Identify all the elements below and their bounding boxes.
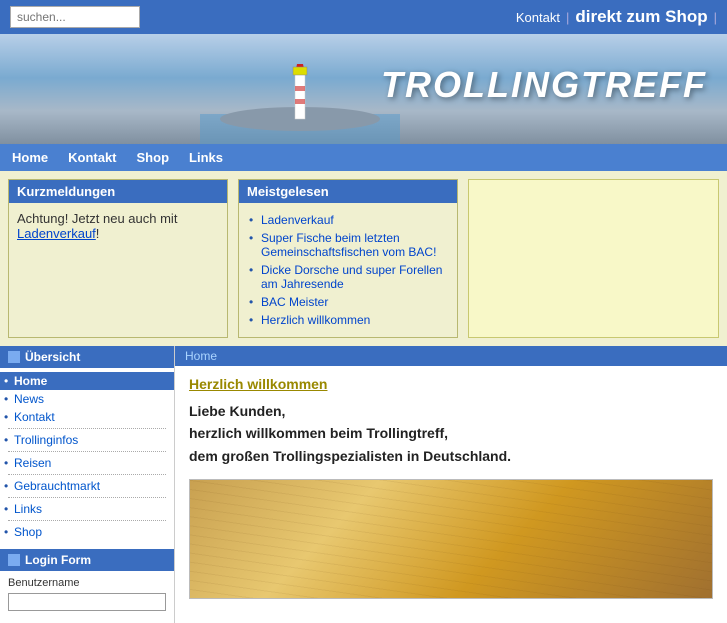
sidebar-link-shop[interactable]: Shop: [14, 525, 42, 539]
panel-meist-header: Meistgelesen: [239, 180, 457, 203]
login-section: Login Form Benutzername: [0, 549, 174, 613]
meist-link-4[interactable]: BAC Meister: [261, 295, 328, 309]
meist-link-3[interactable]: Dicke Dorsche und super Forellen am Jahr…: [261, 263, 442, 291]
content-area: Home Herzlich willkommen Liebe Kunden, h…: [175, 346, 727, 623]
uebersicht-label: Übersicht: [25, 350, 80, 364]
list-item: BAC Meister: [247, 293, 449, 311]
panels-row: Kurzmeldungen Achtung! Jetzt neu auch mi…: [0, 171, 727, 346]
meist-list: Ladenverkauf Super Fische beim letzten G…: [247, 211, 449, 329]
kontakt-link[interactable]: Kontakt: [516, 10, 560, 25]
list-item: Dicke Dorsche und super Forellen am Jahr…: [247, 261, 449, 293]
content-image: [189, 479, 713, 599]
panel-right: [468, 179, 719, 338]
nav-bar: Home Kontakt Shop Links: [0, 144, 727, 171]
meist-link-2[interactable]: Super Fische beim letzten Gemeinschaftsf…: [261, 231, 436, 259]
separator-2: [8, 451, 166, 452]
banner: TROLLINGTREFF: [0, 34, 727, 144]
sidebar-link-trollinginfos[interactable]: Trollinginfos: [14, 433, 78, 447]
content-line3: dem großen Trollingspezialisten in Deuts…: [189, 445, 713, 467]
pipe-divider-1: |: [566, 10, 569, 25]
sidebar-item-trollinginfos[interactable]: Trollinginfos: [0, 431, 174, 449]
panel-kurz-body: Achtung! Jetzt neu auch mit Ladenverkauf…: [9, 203, 227, 249]
meist-link-1[interactable]: Ladenverkauf: [261, 213, 334, 227]
top-bar: Kontakt | direkt zum Shop |: [0, 0, 727, 34]
lighthouse-illustration: [200, 54, 400, 144]
sidebar-item-shop[interactable]: Shop: [0, 523, 174, 541]
shop-link[interactable]: direkt zum Shop: [575, 7, 707, 27]
benutzername-label: Benutzername: [0, 575, 174, 591]
search-input[interactable]: [10, 6, 140, 28]
separator-3: [8, 474, 166, 475]
banner-title: TROLLINGTREFF: [381, 64, 707, 106]
sidebar-item-links[interactable]: Links: [0, 500, 174, 518]
kurz-text: Achtung! Jetzt neu auch mit Ladenverkauf…: [17, 211, 219, 241]
main-content: Kurzmeldungen Achtung! Jetzt neu auch mi…: [0, 171, 727, 623]
panel-meist-body: Ladenverkauf Super Fische beim letzten G…: [239, 203, 457, 337]
sidebar-item-reisen[interactable]: Reisen: [0, 454, 174, 472]
sidebar-item-news[interactable]: News: [0, 390, 174, 408]
sidebar-link-links[interactable]: Links: [14, 502, 42, 516]
sidebar-uebersicht-header: Übersicht: [0, 346, 174, 368]
sidebar-item-gebrauchtmarkt[interactable]: Gebrauchtmarkt: [0, 477, 174, 495]
content-line2: herzlich willkommen beim Trollingtreff,: [189, 422, 713, 444]
nav-home[interactable]: Home: [12, 150, 48, 165]
content-title: Herzlich willkommen: [189, 376, 713, 392]
list-item: Super Fische beim letzten Gemeinschaftsf…: [247, 229, 449, 261]
benutzername-input[interactable]: [8, 593, 166, 611]
separator-4: [8, 497, 166, 498]
panel-kurz-header: Kurzmeldungen: [9, 180, 227, 203]
panel-kurzmeldungen: Kurzmeldungen Achtung! Jetzt neu auch mi…: [8, 179, 228, 338]
ladenverkauf-link[interactable]: Ladenverkauf: [17, 226, 96, 241]
list-item: Herzlich willkommen: [247, 311, 449, 329]
login-form-header: Login Form: [0, 549, 174, 571]
meist-link-5[interactable]: Herzlich willkommen: [261, 313, 370, 327]
list-item: Ladenverkauf: [247, 211, 449, 229]
sidebar-link-kontakt[interactable]: Kontakt: [14, 410, 55, 424]
pipe-divider-2: |: [714, 10, 717, 25]
top-right-links: Kontakt | direkt zum Shop |: [516, 7, 717, 27]
login-header-label: Login Form: [25, 553, 91, 567]
nav-links[interactable]: Links: [189, 150, 223, 165]
sidebar: Übersicht Home News Kontakt Trollinginfo…: [0, 346, 175, 623]
separator-5: [8, 520, 166, 521]
sidebar-link-home[interactable]: Home: [14, 374, 47, 388]
sidebar-item-home[interactable]: Home: [0, 372, 174, 390]
sidebar-item-kontakt[interactable]: Kontakt: [0, 408, 174, 426]
panel-meistgelesen: Meistgelesen Ladenverkauf Super Fische b…: [238, 179, 458, 338]
sidebar-link-reisen[interactable]: Reisen: [14, 456, 51, 470]
sidebar-link-news[interactable]: News: [14, 392, 44, 406]
content-line1: Liebe Kunden,: [189, 400, 713, 422]
sidebar-nav: Home News Kontakt Trollinginfos Reisen G…: [0, 368, 174, 545]
content-body: Herzlich willkommen Liebe Kunden, herzli…: [175, 366, 727, 609]
content-breadcrumb: Home: [175, 346, 727, 366]
uebersicht-icon: [8, 351, 20, 363]
content-text: Liebe Kunden, herzlich willkommen beim T…: [189, 400, 713, 467]
sidebar-link-gebrauchtmarkt[interactable]: Gebrauchtmarkt: [14, 479, 100, 493]
lower-section: Übersicht Home News Kontakt Trollinginfo…: [0, 346, 727, 623]
nav-shop[interactable]: Shop: [137, 150, 170, 165]
login-icon: [8, 554, 20, 566]
separator-1: [8, 428, 166, 429]
nav-kontakt[interactable]: Kontakt: [68, 150, 116, 165]
